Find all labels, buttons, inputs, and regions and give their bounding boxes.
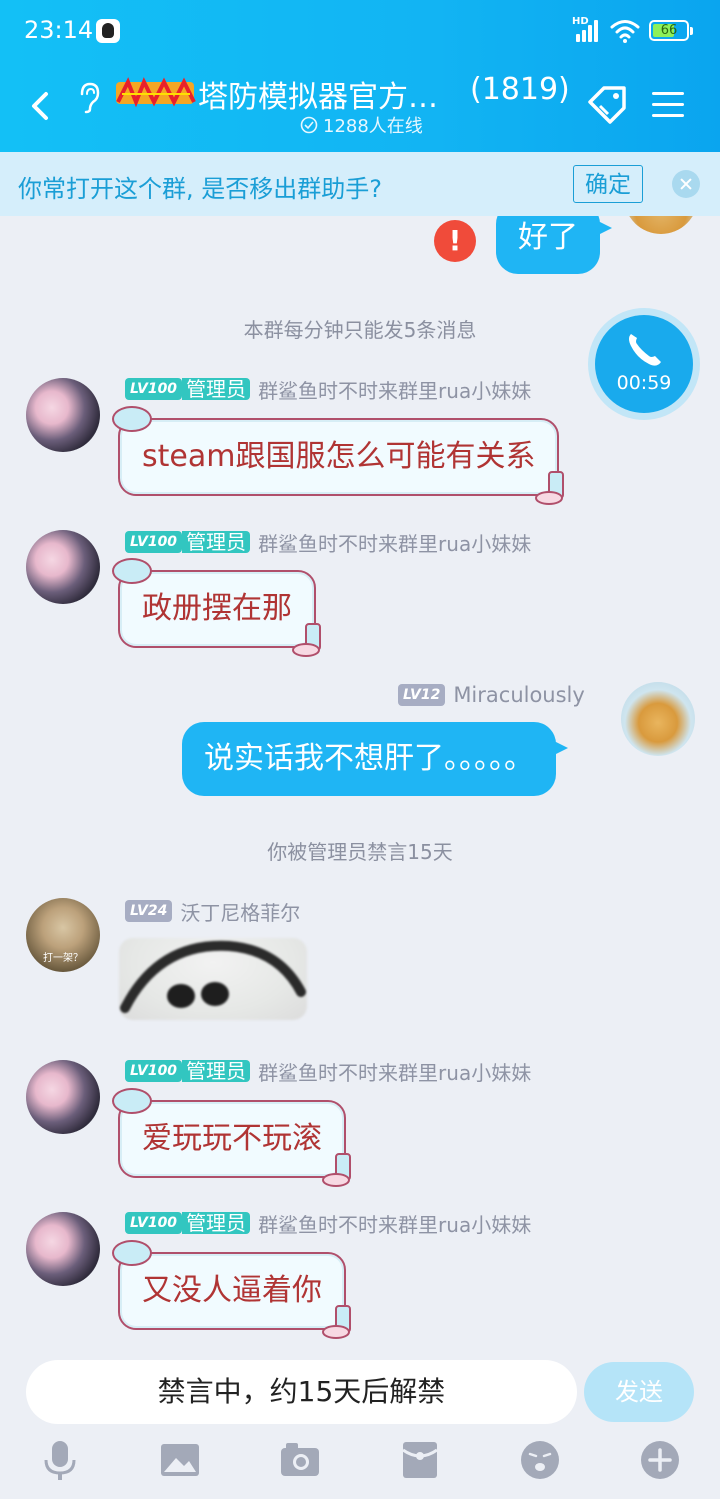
message-text: 又没人逼着你 <box>142 1273 322 1308</box>
message-text: 爱玩玩不玩滚 <box>142 1121 322 1156</box>
sticker-image[interactable] <box>119 938 307 1020</box>
plus-icon[interactable] <box>638 1438 682 1482</box>
message-bubble[interactable]: 政册摆在那 <box>112 558 321 657</box>
bubble-decoration <box>292 623 321 657</box>
chat-header: 23:14 HD 66 塔防模拟器官方… (1819) 1288人在线 <box>0 0 720 152</box>
sender-name[interactable]: 沃丁尼格菲尔 <box>180 897 300 926</box>
message-input[interactable]: 禁言中，约15天后解禁 <box>26 1360 577 1424</box>
status-time: 23:14 <box>24 16 94 44</box>
bubble-decoration <box>322 1153 351 1187</box>
sender-name[interactable]: Miraculously <box>453 683 585 707</box>
bubble-decoration <box>112 1240 152 1266</box>
camera-icon[interactable] <box>278 1438 322 1482</box>
sender-name[interactable]: 群鲨鱼时不时来群里rua小妹妹 <box>258 528 531 557</box>
nav-bar: 塔防模拟器官方… (1819) 1288人在线 <box>0 62 720 152</box>
sticker-face-icon <box>120 940 306 1013</box>
avatar[interactable] <box>621 682 695 756</box>
sender-name[interactable]: 群鲨鱼时不时来群里rua小妹妹 <box>258 375 531 404</box>
role-badge: 管理员 <box>182 1212 251 1234</box>
role-badge: 管理员 <box>182 1060 251 1082</box>
group-logo-icon <box>116 77 196 108</box>
phone-icon <box>629 334 661 366</box>
back-arrow-icon[interactable] <box>26 86 56 126</box>
red-packet-icon[interactable] <box>398 1438 442 1482</box>
message-text: 政册摆在那 <box>142 591 292 626</box>
level-badge: LV24 <box>125 900 173 922</box>
system-message: 你被管理员禁言15天 <box>267 840 453 864</box>
sender-name[interactable]: 群鲨鱼时不时来群里rua小妹妹 <box>258 1209 531 1238</box>
message-bubble[interactable]: 又没人逼着你 <box>112 1240 351 1339</box>
bubble-decoration <box>535 471 565 505</box>
wifi-icon <box>610 20 640 43</box>
avatar[interactable] <box>26 530 100 604</box>
level-badge: LV100 <box>125 1212 183 1234</box>
group-title[interactable]: 塔防模拟器官方… <box>198 72 438 116</box>
qq-notification-icon <box>96 19 120 43</box>
group-tag-icon[interactable] <box>584 84 630 126</box>
role-badge: 管理员 <box>182 531 251 553</box>
level-badge: LV100 <box>125 1060 183 1082</box>
call-timer: 00:59 <box>616 372 672 394</box>
avatar[interactable] <box>26 1060 100 1134</box>
online-count: 1288人在线 <box>323 116 423 137</box>
battery-icon: 66 <box>649 20 693 41</box>
level-badge: LV12 <box>398 684 446 706</box>
bubble-decoration <box>112 1088 152 1114</box>
mic-icon[interactable] <box>38 1438 82 1482</box>
avatar-caption: 打一架？ <box>43 953 83 964</box>
sender-name[interactable]: 群鲨鱼时不时来群里rua小妹妹 <box>258 1057 531 1086</box>
bubble-decoration <box>322 1305 351 1339</box>
send-button[interactable]: 发送 <box>584 1362 694 1422</box>
level-badge: LV100 <box>125 531 183 553</box>
sender-row: LV100 管理员 群鲨鱼时不时来群里rua小妹妹 <box>125 375 531 404</box>
avatar[interactable] <box>26 1212 100 1286</box>
sender-row: LV24 沃丁尼格菲尔 <box>125 897 300 926</box>
image-icon[interactable] <box>158 1438 202 1482</box>
online-status: 1288人在线 <box>300 112 423 138</box>
input-panel: 禁言中，约15天后解禁 发送 <box>0 1350 720 1499</box>
avatar[interactable] <box>624 216 698 234</box>
bubble-decoration <box>112 558 152 584</box>
voice-call-button[interactable]: 00:59 <box>588 308 700 420</box>
ear-icon[interactable] <box>76 80 102 114</box>
confirm-button[interactable]: 确定 <box>573 165 643 203</box>
level-badge: LV100 <box>125 378 183 400</box>
assistant-banner: 你常打开这个群, 是否移出群助手? 确定 <box>0 152 720 216</box>
banner-text: 你常打开这个群, 是否移出群助手? <box>18 175 382 203</box>
avatar[interactable]: 打一架？ <box>26 898 100 972</box>
menu-icon[interactable] <box>652 90 686 120</box>
message-bubble[interactable]: 好了 <box>496 216 612 274</box>
message-bubble[interactable]: 爱玩玩不玩滚 <box>112 1088 351 1187</box>
signal-icon <box>572 18 600 42</box>
sender-row: LV12 Miraculously <box>398 682 585 708</box>
status-bar: 23:14 HD 66 <box>0 0 720 62</box>
check-circle-icon <box>300 116 318 134</box>
message-bubble[interactable]: 说实话我不想肝了。。。。。 <box>182 722 568 796</box>
close-icon[interactable] <box>672 170 700 198</box>
sender-row: LV100 管理员 群鲨鱼时不时来群里rua小妹妹 <box>125 528 531 557</box>
message-bubble[interactable]: steam跟国服怎么可能有关系 <box>112 406 565 505</box>
bubble-decoration <box>112 406 152 432</box>
avatar[interactable] <box>26 378 100 452</box>
sender-row: LV100 管理员 群鲨鱼时不时来群里rua小妹妹 <box>125 1057 531 1086</box>
send-failed-icon[interactable]: ! <box>434 220 476 262</box>
sender-row: LV100 管理员 群鲨鱼时不时来群里rua小妹妹 <box>125 1209 531 1238</box>
message-text: steam跟国服怎么可能有关系 <box>142 439 536 474</box>
role-badge: 管理员 <box>182 378 251 400</box>
emoji-icon[interactable] <box>518 1438 562 1482</box>
member-count[interactable]: (1819) <box>470 72 570 107</box>
